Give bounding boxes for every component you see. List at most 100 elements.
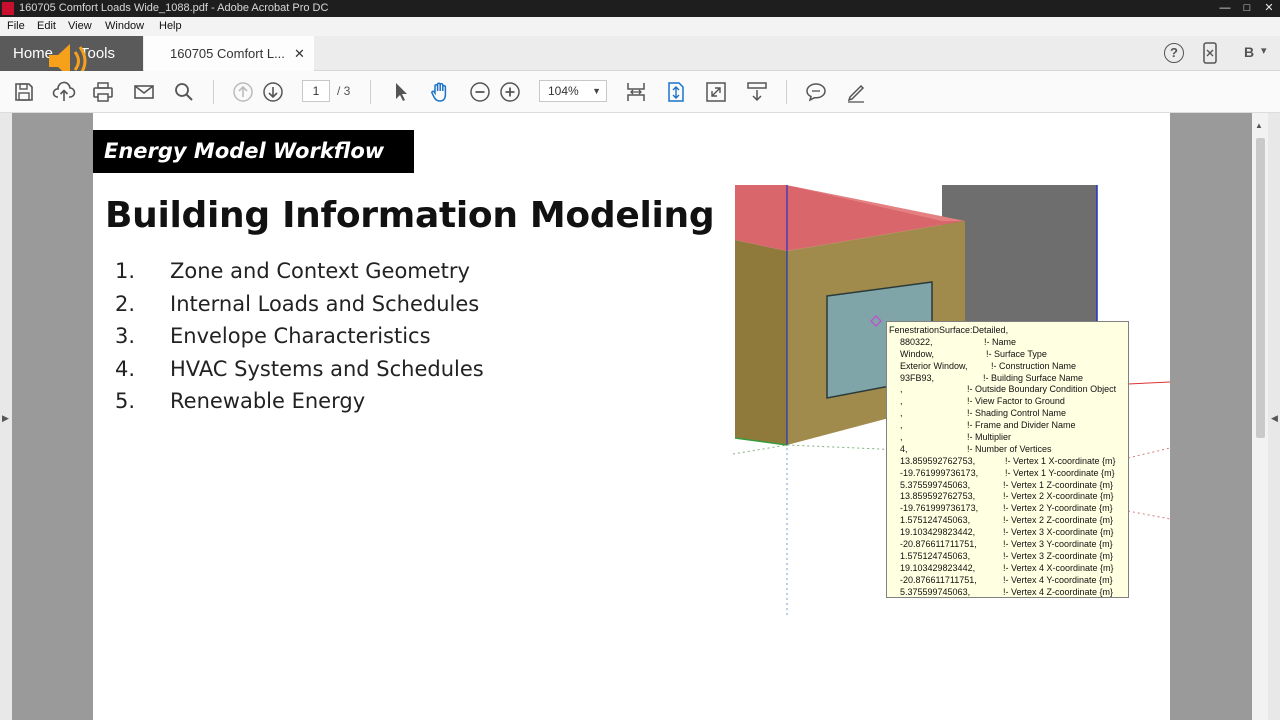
zoom-in-icon[interactable]	[498, 80, 522, 104]
read-mode-icon[interactable]	[745, 80, 769, 104]
tooltip-value: ,	[900, 396, 903, 407]
tooltip-row: -19.761999736173, !- Vertex 1 Y-coordinat…	[887, 468, 1128, 480]
tooltip-row: Exterior Window, !- Construction Name	[887, 361, 1128, 373]
fit-width-icon[interactable]	[624, 80, 648, 104]
tooltip-row: 19.103429823442, !- Vertex 4 X-coordinate…	[887, 563, 1128, 575]
page-total: / 3	[337, 84, 351, 98]
tooltip-comment: !- Shading Control Name	[967, 408, 1067, 419]
tooltip-row: 93FB93, !- Building Surface Name	[887, 373, 1128, 385]
menu-help[interactable]: Help	[159, 17, 182, 36]
page-number-input[interactable]: 1	[302, 80, 330, 102]
tooltip-value: 4,	[900, 443, 908, 454]
menu-edit[interactable]: Edit	[37, 17, 56, 36]
sign-pen-icon[interactable]	[844, 80, 868, 104]
chevron-down-icon: ▼	[592, 86, 601, 96]
toolbar-separator	[786, 80, 787, 104]
scroll-mode-icon[interactable]	[664, 80, 688, 104]
menu-bar: File Edit View Window Help	[0, 17, 1280, 36]
page-up-icon[interactable]	[231, 80, 255, 104]
tab-close-button[interactable]: ✕	[294, 36, 305, 71]
tooltip-comment: !- Vertex 2 X-coordinate {m}	[1003, 491, 1114, 502]
pdf-page: Energy Model Workflow Building Informati…	[93, 113, 1170, 720]
tooltip-comment: !- Vertex 1 X-coordinate {m}	[1005, 455, 1116, 466]
tooltip-row: 5.375599745063, !- Vertex 4 Z-coordinate …	[887, 587, 1128, 599]
toolbar-separator	[370, 80, 371, 104]
tooltip-comment: !- Vertex 2 Y-coordinate {m}	[1003, 503, 1113, 514]
zoom-out-icon[interactable]	[468, 80, 492, 104]
tooltip-row: 1.575124745063, !- Vertex 2 Z-coordinate …	[887, 515, 1128, 527]
search-icon[interactable]	[172, 80, 196, 104]
tooltip-row: , !- View Factor to Ground	[887, 396, 1128, 408]
account-avatar[interactable]: B	[1244, 44, 1254, 60]
upload-icon[interactable]	[52, 80, 76, 104]
print-icon[interactable]	[91, 80, 115, 104]
maximize-button[interactable]: □	[1236, 0, 1258, 17]
select-arrow-icon[interactable]	[389, 80, 413, 104]
expand-right-icon: ◀	[1271, 413, 1278, 423]
hand-icon[interactable]	[428, 80, 452, 104]
tooltip-comment: !- Vertex 4 X-coordinate {m}	[1003, 562, 1114, 573]
tooltip-comment: !- Vertex 3 X-coordinate {m}	[1003, 527, 1114, 538]
tooltip-comment: !- Name	[984, 336, 1017, 347]
expand-left-icon: ▶	[2, 413, 9, 423]
tooltip-value: 880322,	[900, 336, 933, 347]
mobile-link-icon[interactable]	[1202, 42, 1218, 67]
tooltip-comment: !- Construction Name	[991, 360, 1077, 371]
tooltip-comment: !- View Factor to Ground	[967, 396, 1065, 407]
tooltip-value: 1.575124745063,	[900, 515, 971, 526]
toolbar-separator	[213, 80, 214, 104]
tooltip-comment: !- Vertex 4 Y-coordinate {m}	[1003, 574, 1113, 585]
window-title: 160705 Comfort Loads Wide_1088.pdf - Ado…	[19, 2, 329, 14]
tooltip-comment: !- Vertex 3 Y-coordinate {m}	[1003, 539, 1113, 550]
tooltip-value: -19.761999736173,	[900, 467, 979, 478]
tooltip-row: 13.859592762753, !- Vertex 2 X-coordinate…	[887, 491, 1128, 503]
tooltip-row: 13.859592762753, !- Vertex 1 X-coordinate…	[887, 456, 1128, 468]
tooltip-row: -20.876611711751, !- Vertex 3 Y-coordinat…	[887, 539, 1128, 551]
save-icon[interactable]	[12, 80, 36, 104]
tooltip-row: Window, !- Surface Type	[887, 349, 1128, 361]
list-item-text: Renewable Energy	[170, 389, 366, 413]
tooltip-row: 5.375599745063, !- Vertex 1 Z-coordinate …	[887, 480, 1128, 492]
tooltip-row: -20.876611711751, !- Vertex 4 Y-coordinat…	[887, 575, 1128, 587]
tooltip-value: -19.761999736173,	[900, 503, 979, 514]
tooltip-header-row: FenestrationSurface:Detailed,	[887, 325, 1128, 337]
scroll-thumb[interactable]	[1256, 138, 1265, 438]
tooltip-row: 19.103429823442, !- Vertex 3 X-coordinate…	[887, 527, 1128, 539]
zoom-level-select[interactable]: 104% ▼	[539, 80, 607, 102]
tooltip-comment: !- Outside Boundary Condition Object	[967, 384, 1117, 395]
tooltip-row: , !- Multiplier	[887, 432, 1128, 444]
title-bar: 160705 Comfort Loads Wide_1088.pdf - Ado…	[0, 0, 1280, 17]
tooltip-comment: !- Surface Type	[986, 348, 1047, 359]
tooltip-comment: !- Vertex 2 Z-coordinate {m}	[1003, 515, 1114, 526]
tooltip-value: 19.103429823442,	[900, 562, 976, 573]
tooltip-comment: !- Number of Vertices	[967, 443, 1052, 454]
list-item-text: Envelope Characteristics	[170, 324, 431, 348]
zoom-level-value: 104%	[548, 84, 579, 98]
page-down-icon[interactable]	[261, 80, 285, 104]
tooltip-value: -20.876611711751,	[900, 574, 977, 585]
menu-window[interactable]: Window	[105, 17, 144, 36]
vertical-scrollbar[interactable]: ▲	[1252, 113, 1268, 720]
full-screen-icon[interactable]	[704, 80, 728, 104]
tooltip-comment: !- Frame and Divider Name	[967, 420, 1076, 431]
tooltip-value: 13.859592762753,	[900, 455, 976, 466]
tab-document[interactable]: 160705 Comfort L... ✕	[144, 36, 314, 72]
menu-view[interactable]: View	[68, 17, 92, 36]
tooltip-row: -19.761999736173, !- Vertex 2 Y-coordinat…	[887, 503, 1128, 515]
help-icon[interactable]: ?	[1164, 43, 1184, 63]
menu-file[interactable]: File	[7, 17, 25, 36]
tooltip-value: -20.876611711751,	[900, 539, 977, 550]
email-icon[interactable]	[132, 80, 156, 104]
minimize-button[interactable]: —	[1214, 0, 1236, 17]
tooltip-comment: !- Vertex 1 Z-coordinate {m}	[1003, 479, 1114, 490]
tooltip-value: Exterior Window,	[900, 360, 968, 371]
close-button[interactable]: ✕	[1258, 0, 1280, 17]
tooltip-value: 13.859592762753,	[900, 491, 976, 502]
comment-icon[interactable]	[804, 80, 828, 104]
scroll-up-icon[interactable]: ▲	[1255, 121, 1263, 130]
tooltip-value: 19.103429823442,	[900, 527, 976, 538]
right-panel-toggle[interactable]: ◀	[1268, 113, 1280, 720]
account-caret-icon[interactable]: ▾	[1261, 44, 1267, 57]
left-panel-toggle[interactable]: ▶	[0, 113, 12, 720]
list-item-text: Internal Loads and Schedules	[170, 291, 480, 316]
